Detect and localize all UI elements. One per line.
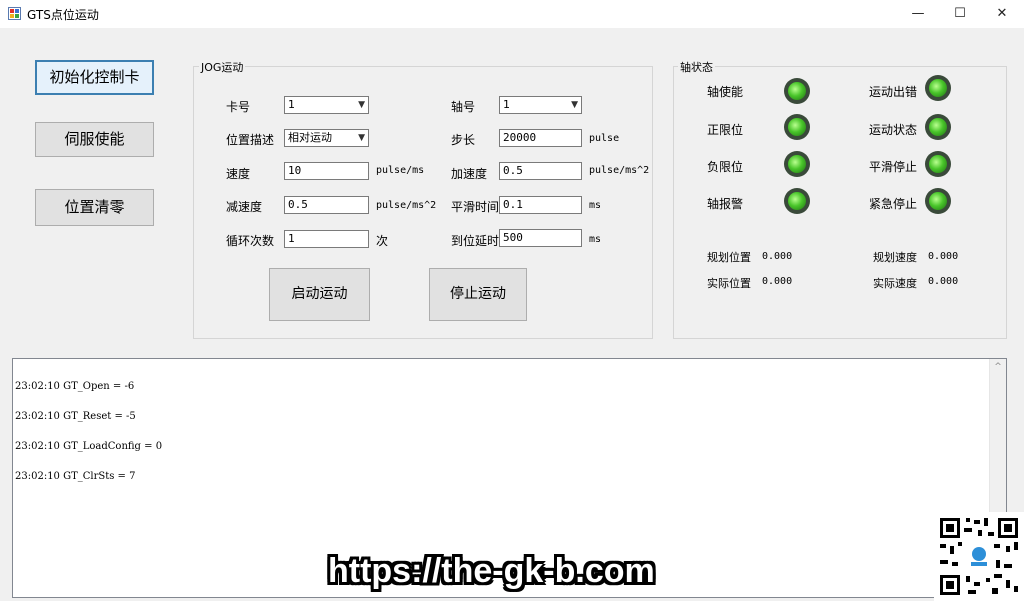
axis-enable-led [784, 78, 810, 104]
chevron-down-icon: ▼ [571, 100, 578, 110]
axis-enable-label: 轴使能 [707, 85, 744, 99]
neg-limit-label: 负限位 [707, 160, 744, 174]
title-bar: GTS点位运动 — ☐ ✕ [0, 0, 1024, 28]
step-unit: pulse [589, 133, 620, 144]
smooth-stop-label: 平滑停止 [869, 160, 918, 174]
jog-group-title: JOG运动 [199, 59, 246, 75]
emergency-stop-led [925, 188, 951, 214]
motion-error-led [925, 75, 951, 101]
smooth-stop-led [925, 151, 951, 177]
arrive-delay-unit: ms [589, 234, 602, 245]
loop-count-unit: 次 [376, 234, 389, 248]
arrive-delay-label: 到位延时 [451, 234, 500, 248]
smooth-time-unit: ms [589, 200, 602, 211]
plan-position-label: 规划位置 [707, 251, 751, 264]
real-velocity-value: 0.000 [928, 276, 959, 287]
accel-label: 加速度 [451, 167, 488, 181]
decel-input[interactable]: 0.5 [284, 196, 369, 214]
axis-status-title: 轴状态 [678, 59, 715, 75]
qr-code-image [934, 512, 1024, 601]
position-desc-value: 相对运动 [288, 131, 332, 144]
step-input[interactable]: 20000 [499, 129, 582, 147]
motion-state-label: 运动状态 [869, 123, 918, 137]
loop-count-input[interactable]: 1 [284, 230, 369, 248]
minimize-button[interactable]: — [897, 0, 939, 28]
pos-limit-led [784, 114, 810, 140]
window-title: GTS点位运动 [27, 8, 99, 22]
card-label: 卡号 [226, 100, 251, 114]
real-position-value: 0.000 [762, 276, 793, 287]
step-label: 步长 [451, 133, 476, 147]
axis-alarm-led [784, 188, 810, 214]
accel-unit: pulse/ms^2 [589, 165, 650, 176]
motion-state-led [925, 114, 951, 140]
app-icon [8, 7, 21, 20]
plan-velocity-value: 0.000 [928, 251, 959, 262]
client-area: 初始化控制卡 伺服使能 位置清零 JOG运动 卡号 1 ▼ 轴号 1 ▼ 位置描… [0, 28, 1024, 601]
smooth-time-label: 平滑时间 [451, 200, 500, 214]
arrive-delay-input[interactable]: 500 [499, 229, 582, 247]
smooth-time-input[interactable]: 0.1 [499, 196, 582, 214]
neg-limit-led [784, 151, 810, 177]
scroll-up-icon[interactable]: ^ [990, 359, 1006, 375]
log-line: 23:02:10 GT_LoadConfig = 0 [15, 441, 163, 452]
pos-limit-label: 正限位 [707, 123, 744, 137]
card-select[interactable]: 1 ▼ [284, 96, 369, 114]
accel-input[interactable]: 0.5 [499, 162, 582, 180]
decel-label: 减速度 [226, 200, 263, 214]
axis-label: 轴号 [451, 100, 476, 114]
axis-select-value: 1 [503, 98, 510, 111]
stop-motion-button[interactable]: 停止运动 [429, 268, 527, 321]
position-desc-select[interactable]: 相对运动 ▼ [284, 129, 369, 147]
position-zero-button[interactable]: 位置清零 [35, 189, 154, 226]
watermark-url: https://the-gk-b.com [328, 552, 655, 590]
servo-enable-button[interactable]: 伺服使能 [35, 122, 154, 157]
log-lines: 23:02:10 GT_Open = -6 23:02:10 GT_Reset … [15, 362, 162, 502]
decel-unit: pulse/ms^2 [376, 200, 437, 211]
speed-unit: pulse/ms [376, 165, 425, 176]
plan-velocity-label: 规划速度 [873, 251, 917, 264]
log-line: 23:02:10 GT_ClrSts = 7 [15, 471, 136, 482]
loop-count-label: 循环次数 [226, 234, 275, 248]
plan-position-value: 0.000 [762, 251, 793, 262]
axis-alarm-label: 轴报警 [707, 197, 744, 211]
motion-error-label: 运动出错 [869, 85, 918, 99]
speed-input[interactable]: 10 [284, 162, 369, 180]
log-line: 23:02:10 GT_Open = -6 [15, 381, 135, 392]
chevron-down-icon: ▼ [358, 133, 365, 143]
card-select-value: 1 [288, 98, 295, 111]
real-velocity-label: 实际速度 [873, 277, 917, 290]
axis-select[interactable]: 1 ▼ [499, 96, 582, 114]
log-line: 23:02:10 GT_Reset = -5 [15, 411, 136, 422]
speed-label: 速度 [226, 167, 251, 181]
real-position-label: 实际位置 [707, 277, 751, 290]
close-button[interactable]: ✕ [981, 0, 1023, 28]
maximize-button[interactable]: ☐ [939, 0, 981, 28]
position-desc-label: 位置描述 [226, 133, 275, 147]
start-motion-button[interactable]: 启动运动 [269, 268, 370, 321]
chevron-down-icon: ▼ [358, 100, 365, 110]
init-card-button[interactable]: 初始化控制卡 [35, 60, 154, 95]
emergency-stop-label: 紧急停止 [869, 197, 918, 211]
